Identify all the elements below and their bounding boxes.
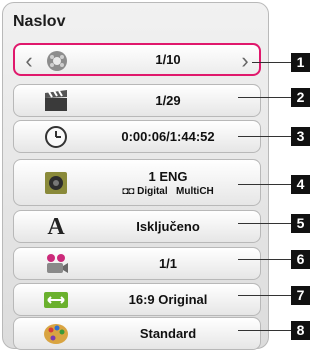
- chapter-value: 1/29: [155, 93, 181, 108]
- angle-row[interactable]: 1/1: [13, 247, 261, 280]
- subtitle-row[interactable]: A Isključeno: [13, 210, 261, 243]
- chevron-right-icon[interactable]: ›: [237, 50, 253, 72]
- picture-mode-value: Standard: [139, 326, 197, 341]
- callout-badge: 3: [291, 127, 310, 146]
- camera-angle-icon: [47, 254, 68, 273]
- title-menu-panel: Naslov ‹ 1/10 › 1/29 0:00:06/1:44:52 1 E…: [2, 2, 269, 350]
- audio-format: ◘◘ Digital MultiCH: [122, 186, 214, 197]
- palette-icon: [44, 324, 68, 344]
- callout-badge: 5: [291, 214, 310, 233]
- dolby-icon: ◘◘: [122, 185, 135, 197]
- callout-badge: 6: [291, 250, 310, 269]
- subtitle-a-icon: A: [47, 214, 65, 240]
- leader-line: [238, 330, 291, 331]
- title-row[interactable]: ‹ 1/10 ›: [13, 43, 261, 76]
- aspect-value: 16:9 Original: [128, 292, 208, 307]
- subtitle-value: Isključeno: [136, 219, 200, 234]
- leader-line: [238, 184, 291, 185]
- audio-format-channels: MultiCH: [176, 185, 214, 197]
- film-reel-icon: [47, 51, 67, 71]
- clock-icon: [45, 126, 67, 148]
- callout-badge: 7: [291, 286, 310, 305]
- chevron-left-icon[interactable]: ‹: [21, 50, 37, 72]
- audio-row[interactable]: 1 ENG ◘◘ Digital MultiCH: [13, 159, 261, 206]
- chapter-row[interactable]: 1/29: [13, 84, 261, 117]
- audio-value: 1 ENG: [148, 168, 188, 184]
- clapperboard-icon: [45, 90, 67, 111]
- leader-line: [238, 223, 291, 224]
- callout-badge: 1: [291, 53, 310, 72]
- time-value: 0:00:06/1:44:52: [121, 129, 215, 144]
- title-value: 1/10: [155, 52, 181, 67]
- leader-line: [238, 97, 291, 98]
- speaker-icon: [45, 172, 67, 194]
- leader-line: [238, 295, 291, 296]
- audio-info: 1 ENG ◘◘ Digital MultiCH: [86, 160, 250, 205]
- leader-line: [238, 136, 291, 137]
- panel-title: Naslov: [13, 13, 66, 30]
- aspect-ratio-icon: [44, 292, 68, 308]
- callout-badge: 8: [291, 321, 310, 340]
- angle-value: 1/1: [158, 256, 178, 271]
- picture-mode-row[interactable]: Standard: [13, 317, 261, 350]
- callout-badge: 2: [291, 88, 310, 107]
- time-row[interactable]: 0:00:06/1:44:52: [13, 120, 261, 153]
- callout-badge: 4: [291, 175, 310, 194]
- audio-format-digital: Digital: [137, 185, 168, 197]
- aspect-row[interactable]: 16:9 Original: [13, 283, 261, 316]
- leader-line: [252, 62, 291, 63]
- leader-line: [238, 259, 291, 260]
